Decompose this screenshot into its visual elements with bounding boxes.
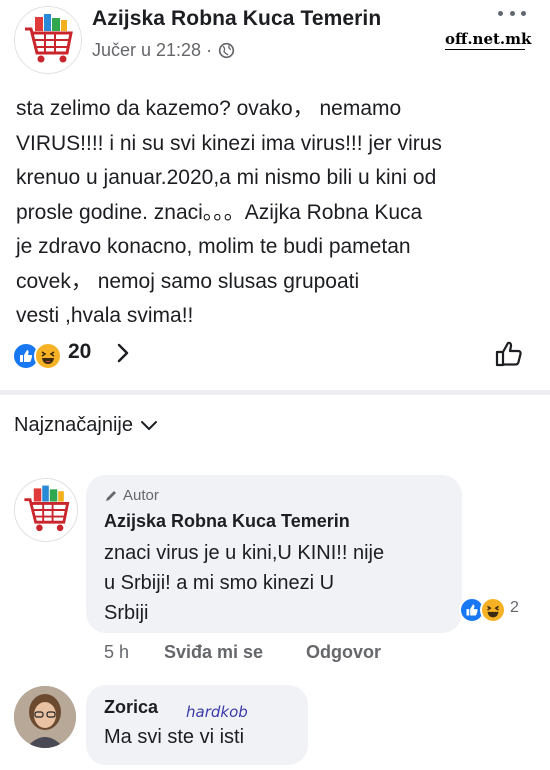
post-timestamp[interactable]: Jučer u 21:28 · bbox=[92, 40, 212, 61]
comment-text: znaci virus je u kini,U KINI!! nije u Sr… bbox=[104, 542, 385, 624]
haha-reaction-icon bbox=[34, 342, 62, 370]
post-text: sta zelimo da kazemo? ovako， nemamo VIRU… bbox=[16, 97, 442, 327]
handwritten-tag: hardkob bbox=[186, 703, 248, 721]
user-photo-icon bbox=[14, 686, 76, 748]
haha-reaction-icon bbox=[480, 597, 506, 623]
like-button-icon[interactable] bbox=[494, 339, 524, 369]
chevron-right-icon[interactable] bbox=[116, 342, 130, 364]
section-divider bbox=[0, 390, 550, 395]
comment-bubble: Autor Azijska Robna Kuca Temerin znaci v… bbox=[86, 475, 462, 633]
sort-label: Najznačajnije bbox=[14, 414, 133, 436]
comment-author-name[interactable]: Azijska Robna Kuca Temerin bbox=[104, 511, 350, 532]
comment-time[interactable]: 5 h bbox=[104, 642, 164, 663]
comment-reply-button[interactable]: Odgovor bbox=[306, 642, 381, 663]
reactions-row: 20 bbox=[12, 337, 538, 371]
comment-reactions[interactable]: 2 bbox=[459, 597, 539, 623]
page-avatar[interactable] bbox=[14, 6, 82, 74]
author-badge: Autor bbox=[104, 487, 159, 504]
globe-icon bbox=[218, 42, 235, 59]
comment-text: Ma svi ste vi isti bbox=[104, 726, 245, 748]
reaction-count[interactable]: 20 bbox=[68, 340, 91, 364]
watermark: off.net.mk bbox=[445, 30, 532, 50]
comment-actions: 5 h Sviđa mi se Odgovor bbox=[104, 642, 381, 663]
page-name[interactable]: Azijska Robna Kuca Temerin bbox=[92, 7, 381, 31]
comment-avatar[interactable] bbox=[14, 478, 78, 542]
reaction-icons[interactable] bbox=[12, 341, 62, 370]
comment-reaction-count: 2 bbox=[510, 599, 519, 616]
shopping-cart-logo-icon bbox=[15, 7, 81, 73]
shopping-cart-logo-icon bbox=[15, 479, 77, 541]
pencil-icon bbox=[106, 490, 116, 501]
post-header: Azijska Robna Kuca Temerin Jučer u 21:28… bbox=[0, 0, 550, 80]
post-meta: Jučer u 21:28 · bbox=[92, 40, 235, 61]
more-options-icon[interactable] bbox=[498, 6, 526, 20]
author-badge-label: Autor bbox=[123, 487, 159, 504]
comment-avatar[interactable] bbox=[14, 686, 76, 748]
comment-like-button[interactable]: Sviđa mi se bbox=[164, 642, 306, 663]
chevron-down-icon bbox=[140, 420, 157, 430]
comments-sort-dropdown[interactable]: Najznačajnije bbox=[14, 414, 158, 437]
comment-author-name[interactable]: Zorica bbox=[104, 697, 158, 718]
comment-bubble: Zorica Ma svi ste vi isti bbox=[86, 685, 308, 765]
